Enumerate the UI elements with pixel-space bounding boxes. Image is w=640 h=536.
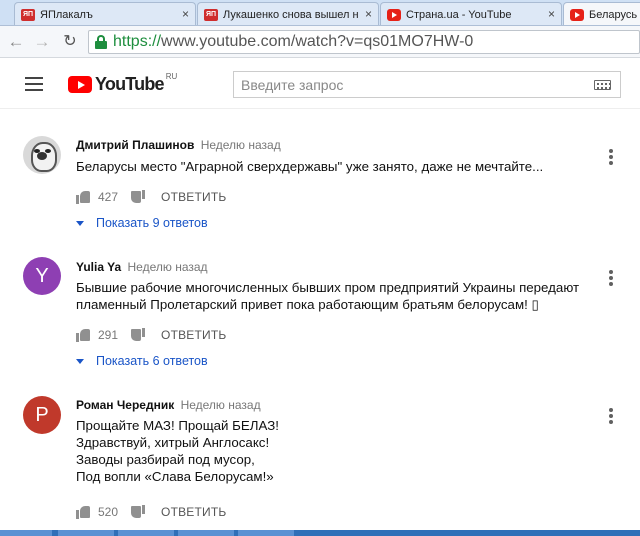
caret-down-icon	[76, 220, 84, 226]
taskbar-strip	[0, 530, 640, 536]
back-arrow-icon[interactable]: ←	[6, 32, 26, 52]
comment-time[interactable]: Неделю назад	[201, 138, 281, 152]
thumbs-down-icon[interactable]	[131, 505, 146, 519]
lock-icon	[95, 35, 107, 49]
browser-tab-belarus[interactable]: Беларусь в	[563, 2, 640, 25]
thumbs-up-icon[interactable]	[76, 328, 90, 342]
more-actions-icon[interactable]	[609, 408, 613, 424]
thumbs-up-icon[interactable]	[76, 190, 90, 204]
youtube-play-icon	[68, 76, 92, 93]
browser-toolbar: ← → ↻ https://www.youtube.com/watch?v=qs…	[0, 26, 640, 58]
browser-tab-strip: ЯП ЯПлакалъ × ЯП Лукашенко снова вышел н…	[0, 0, 640, 26]
reply-button[interactable]: ОТВЕТИТЬ	[161, 328, 226, 342]
comment-line: Заводы разбирай под мусор,	[76, 452, 255, 467]
like-count: 520	[98, 505, 119, 519]
comment-header: Дмитрий Плашинов Неделю назад	[76, 138, 281, 152]
yaplakal-favicon: ЯП	[21, 8, 35, 21]
comment-header: Роман Чередник Неделю назад	[76, 398, 261, 412]
show-replies-button[interactable]: Показать 6 ответов	[76, 354, 208, 368]
address-bar[interactable]: https://www.youtube.com/watch?v=qs01MO7H…	[88, 30, 640, 54]
thumbs-up-icon[interactable]	[76, 505, 90, 519]
youtube-favicon	[387, 8, 401, 21]
like-count: 291	[98, 328, 119, 342]
reload-icon[interactable]: ↻	[60, 32, 80, 52]
tab-label: ЯПлакалъ	[40, 8, 93, 21]
comment-time[interactable]: Неделю назад	[128, 260, 208, 274]
comment-actions: 520 ОТВЕТИТЬ	[76, 504, 226, 520]
avatar[interactable]: Y	[23, 257, 61, 295]
like-count: 427	[98, 190, 119, 204]
comment-author[interactable]: Роман Чередник	[76, 398, 174, 412]
avatar-letter: P	[35, 403, 49, 426]
url-path: www.youtube.com/watch?v=qs01MO7HW-0	[161, 33, 474, 50]
comment-line: Здравствуй, хитрый Англосакс!	[76, 435, 270, 450]
tab-label: Беларусь в	[589, 8, 640, 21]
menu-icon[interactable]	[25, 77, 43, 91]
comment-actions: 291 ОТВЕТИТЬ	[76, 327, 226, 343]
browser-tab-yaplakal[interactable]: ЯП ЯПлакалъ ×	[14, 2, 196, 25]
show-replies-button[interactable]: Показать 9 ответов	[76, 216, 208, 230]
comments-section: Дмитрий Плашинов Неделю назад Беларусы м…	[0, 110, 640, 530]
reply-button[interactable]: ОТВЕТИТЬ	[161, 190, 226, 204]
more-actions-icon[interactable]	[609, 149, 613, 165]
comment-text: Бывшие рабочие многочисленных бывших про…	[76, 279, 606, 313]
keyboard-icon[interactable]	[594, 80, 611, 90]
close-tab-icon[interactable]: ×	[548, 7, 555, 21]
comment-header: Yulia Ya Неделю назад	[76, 260, 208, 274]
comment-time[interactable]: Неделю назад	[181, 398, 261, 412]
avatar-letter: Y	[35, 264, 49, 287]
comment-line: пламенный Пролетарский привет пока работ…	[76, 297, 539, 312]
comment-actions: 427 ОТВЕТИТЬ	[76, 189, 226, 205]
browser-tab-strana[interactable]: Страна.ua - YouTube ×	[380, 2, 562, 25]
tab-label: Лукашенко снова вышел н	[223, 8, 359, 21]
avatar[interactable]	[23, 136, 61, 174]
close-tab-icon[interactable]: ×	[365, 7, 372, 21]
thumbs-down-icon[interactable]	[131, 328, 146, 342]
forward-arrow-icon[interactable]: →	[32, 32, 52, 52]
search-input[interactable]	[241, 76, 581, 93]
close-tab-icon[interactable]: ×	[182, 7, 189, 21]
show-replies-label: Показать 6 ответов	[96, 354, 208, 368]
avatar[interactable]: P	[23, 396, 61, 434]
comment-line: Под вопли «Слава Белорусам!»	[76, 469, 274, 484]
reply-button[interactable]: ОТВЕТИТЬ	[161, 505, 226, 519]
youtube-logo[interactable]: YouTube RU	[68, 72, 178, 95]
youtube-logo-text: YouTube	[95, 74, 165, 94]
more-actions-icon[interactable]	[609, 270, 613, 286]
caret-down-icon	[76, 358, 84, 364]
region-label: RU	[165, 72, 178, 81]
url-scheme: https://	[113, 33, 162, 50]
show-replies-label: Показать 9 ответов	[96, 216, 208, 230]
thumbs-down-icon[interactable]	[131, 190, 146, 204]
comment-author[interactable]: Yulia Ya	[76, 260, 121, 274]
youtube-header: YouTube RU	[0, 59, 640, 109]
search-box	[233, 71, 621, 98]
browser-tab-lukashenko[interactable]: ЯП Лукашенко снова вышел н ×	[197, 2, 379, 25]
youtube-favicon	[570, 8, 584, 21]
comment-line: Бывшие рабочие многочисленных бывших про…	[76, 280, 580, 295]
comment-author[interactable]: Дмитрий Плашинов	[76, 138, 194, 152]
tab-label: Страна.ua - YouTube	[406, 8, 512, 21]
yaplakal-favicon: ЯП	[204, 8, 218, 21]
comment-text: Беларусы место "Аграрной сверхдержавы" у…	[76, 158, 606, 175]
comment-line: Прощайте МАЗ! Прощай БЕЛАЗ!	[76, 418, 279, 433]
comment-line: Беларусы место "Аграрной сверхдержавы" у…	[76, 159, 544, 174]
comment-text: Прощайте МАЗ! Прощай БЕЛАЗ! Здравствуй, …	[76, 417, 606, 485]
